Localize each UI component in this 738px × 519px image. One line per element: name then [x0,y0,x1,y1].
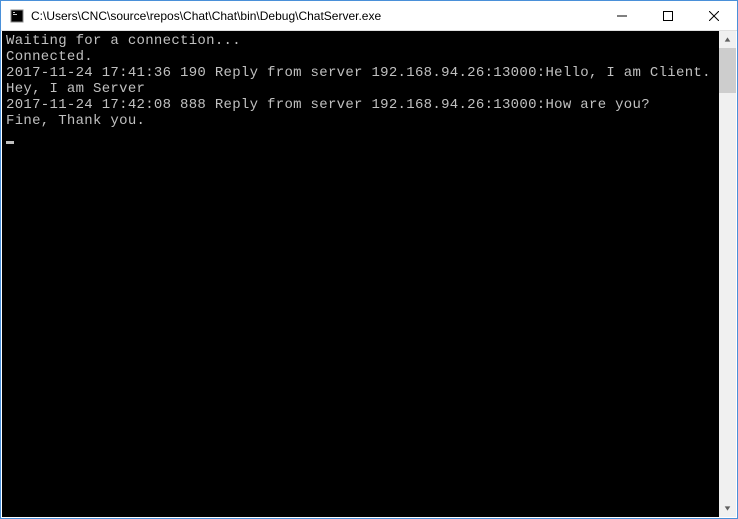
console-output[interactable]: Waiting for a connection...Connected.201… [2,31,719,517]
scroll-track[interactable] [719,48,736,500]
app-icon [9,8,25,24]
console-line: Fine, Thank you. [6,113,719,129]
console-area: Waiting for a connection...Connected.201… [2,31,736,517]
console-line: 2017-11-24 17:42:08 888 Reply from serve… [6,97,719,113]
console-line: 2017-11-24 17:41:36 190 Reply from serve… [6,65,719,81]
vertical-scrollbar[interactable] [719,31,736,517]
scroll-thumb[interactable] [719,48,736,93]
scroll-down-button[interactable] [719,500,736,517]
cursor [6,141,14,144]
console-line: Waiting for a connection... [6,33,719,49]
close-button[interactable] [691,1,737,30]
minimize-button[interactable] [599,1,645,30]
console-line: Hey, I am Server [6,81,719,97]
scroll-up-button[interactable] [719,31,736,48]
titlebar[interactable]: C:\Users\CNC\source\repos\Chat\Chat\bin\… [1,1,737,31]
cursor-line [6,129,719,145]
console-line: Connected. [6,49,719,65]
window-title: C:\Users\CNC\source\repos\Chat\Chat\bin\… [31,9,599,23]
window-controls [599,1,737,30]
maximize-button[interactable] [645,1,691,30]
